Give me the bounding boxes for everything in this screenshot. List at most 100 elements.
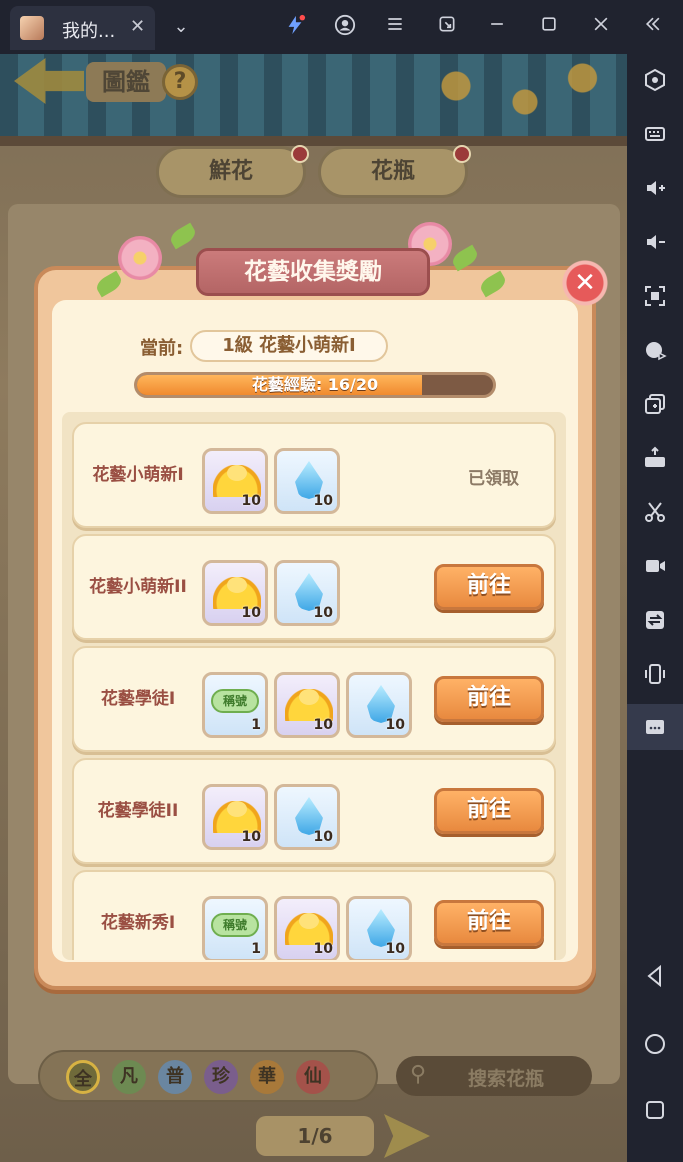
reward-item-ingot[interactable]: 10 bbox=[274, 896, 340, 960]
reward-item-water[interactable]: 10 bbox=[274, 448, 340, 514]
reward-row: 花藝小萌新I 10 10 已領取 bbox=[72, 422, 556, 528]
item-count: 10 bbox=[385, 941, 405, 957]
reward-item-water[interactable]: 10 bbox=[274, 560, 340, 626]
filter-normal[interactable]: 普 bbox=[158, 1060, 192, 1094]
next-page-arrow-icon[interactable] bbox=[384, 1114, 430, 1158]
claimed-status: 已領取 bbox=[468, 469, 519, 489]
filter-epic[interactable]: 華 bbox=[250, 1060, 284, 1094]
menu-icon[interactable] bbox=[382, 14, 408, 40]
rarity-filter-bar: 全 凡 普 珍 華 仙 bbox=[38, 1050, 378, 1102]
cut-icon[interactable] bbox=[641, 498, 669, 526]
item-count: 1 bbox=[251, 717, 261, 733]
go-button[interactable]: 前往 bbox=[434, 676, 544, 722]
collapse-icon[interactable] bbox=[640, 14, 666, 40]
item-count: 10 bbox=[313, 941, 333, 957]
reward-item-ingot[interactable]: 10 bbox=[202, 784, 268, 850]
lightning-icon[interactable] bbox=[282, 14, 308, 40]
account-icon[interactable] bbox=[332, 14, 358, 40]
app-tab[interactable]: 我的... ✕ bbox=[10, 6, 155, 50]
current-level-label: 當前: bbox=[140, 338, 184, 359]
item-count: 10 bbox=[241, 605, 261, 621]
item-count: 10 bbox=[313, 493, 333, 509]
current-level-value: 1級 花藝小萌新I bbox=[190, 330, 388, 362]
modal-close-button[interactable]: ✕ bbox=[560, 258, 610, 308]
help-button[interactable]: ? bbox=[162, 64, 198, 100]
experience-progress-text: 花藝經驗: 16/20 bbox=[251, 375, 379, 394]
reward-tier-name: 花藝小萌新II bbox=[89, 577, 187, 597]
minimize-icon[interactable] bbox=[484, 14, 510, 40]
restore-icon[interactable] bbox=[434, 14, 460, 40]
tab-vases[interactable]: 花瓶 bbox=[318, 145, 471, 198]
macro-icon[interactable] bbox=[641, 336, 669, 364]
reward-item-water[interactable]: 10 bbox=[346, 896, 412, 960]
tab-flowers[interactable]: 鮮花 bbox=[156, 145, 309, 198]
keyboard-icon[interactable] bbox=[641, 120, 669, 148]
item-count: 10 bbox=[313, 717, 333, 733]
page-title: 圖鑑 bbox=[86, 62, 166, 102]
go-button[interactable]: 前往 bbox=[434, 788, 544, 834]
reward-row: 花藝學徒II 10 10 前往 bbox=[72, 758, 556, 864]
back-icon[interactable] bbox=[641, 962, 669, 990]
reward-row: 花藝小萌新II 10 10 前往 bbox=[72, 534, 556, 640]
more-icon[interactable] bbox=[627, 704, 683, 750]
go-button[interactable]: 前往 bbox=[434, 900, 544, 946]
search-icon: ⚲ bbox=[410, 1062, 427, 1087]
flower-decoration-icon bbox=[118, 236, 162, 280]
item-count: 10 bbox=[313, 605, 333, 621]
tab-close-icon[interactable]: ✕ bbox=[130, 16, 145, 37]
experience-progress-bar: 花藝經驗: 16/20 bbox=[134, 372, 496, 398]
multi-instance-icon[interactable] bbox=[641, 390, 669, 418]
tab-vases-label: 花瓶 bbox=[370, 159, 415, 184]
emulator-title-bar: 我的... ✕ ⌄ bbox=[0, 0, 683, 54]
volume-down-icon[interactable] bbox=[641, 228, 669, 256]
tab-dropdown-icon[interactable]: ⌄ bbox=[168, 14, 194, 40]
reward-tier-name: 花藝小萌新I bbox=[92, 465, 184, 485]
shake-icon[interactable] bbox=[641, 660, 669, 688]
title-badge-icon: 稱號 bbox=[211, 689, 259, 713]
reward-tier-name: 花藝學徒II bbox=[97, 801, 179, 821]
search-input[interactable]: ⚲ 搜索花瓶 bbox=[396, 1056, 592, 1096]
reward-list[interactable]: 花藝小萌新I 10 10 已領取 花藝小萌新II 10 10 前往 花藝學徒I … bbox=[62, 412, 566, 960]
reward-tier-name: 花藝新秀I bbox=[100, 913, 176, 933]
tab-flowers-label: 鮮花 bbox=[208, 159, 253, 184]
go-button[interactable]: 前往 bbox=[434, 564, 544, 610]
reward-item-water[interactable]: 10 bbox=[274, 784, 340, 850]
close-icon[interactable] bbox=[588, 14, 614, 40]
item-count: 1 bbox=[251, 941, 261, 957]
volume-up-icon[interactable] bbox=[641, 174, 669, 202]
sync-icon[interactable] bbox=[641, 606, 669, 634]
reward-item-title[interactable]: 稱號 1 bbox=[202, 672, 268, 738]
app-avatar-icon bbox=[20, 16, 44, 40]
reward-item-ingot[interactable]: 10 bbox=[202, 560, 268, 626]
maximize-icon[interactable] bbox=[536, 14, 562, 40]
apk-icon[interactable] bbox=[641, 444, 669, 472]
reward-item-title[interactable]: 稱號 1 bbox=[202, 896, 268, 960]
page-indicator: 1/6 bbox=[256, 1116, 374, 1156]
filter-common[interactable]: 凡 bbox=[112, 1060, 146, 1094]
reward-row: 花藝新秀I 稱號 1 10 10 前往 bbox=[72, 870, 556, 960]
reward-item-ingot[interactable]: 10 bbox=[202, 448, 268, 514]
flower-branch-decoration bbox=[387, 54, 617, 134]
notification-dot-icon bbox=[291, 145, 309, 163]
reward-row: 花藝學徒I 稱號 1 10 10 前往 bbox=[72, 646, 556, 752]
close-x-icon: ✕ bbox=[574, 268, 596, 298]
record-icon[interactable] bbox=[641, 552, 669, 580]
filter-rare[interactable]: 珍 bbox=[204, 1060, 238, 1094]
reward-item-water[interactable]: 10 bbox=[346, 672, 412, 738]
screenshot-icon[interactable] bbox=[641, 282, 669, 310]
notification-dot-icon bbox=[453, 145, 471, 163]
item-count: 10 bbox=[241, 829, 261, 845]
settings-hex-icon[interactable] bbox=[641, 66, 669, 94]
search-placeholder: 搜索花瓶 bbox=[468, 1068, 545, 1090]
item-count: 10 bbox=[313, 829, 333, 845]
item-count: 10 bbox=[385, 717, 405, 733]
recent-icon[interactable] bbox=[641, 1096, 669, 1124]
emulator-sidebar bbox=[627, 54, 683, 1162]
title-badge-icon: 稱號 bbox=[211, 913, 259, 937]
reward-tier-name: 花藝學徒I bbox=[100, 689, 176, 709]
reward-item-ingot[interactable]: 10 bbox=[274, 672, 340, 738]
filter-all[interactable]: 全 bbox=[66, 1060, 100, 1094]
tab-title: 我的... bbox=[62, 21, 116, 42]
home-icon[interactable] bbox=[641, 1030, 669, 1058]
filter-immortal[interactable]: 仙 bbox=[296, 1060, 330, 1094]
